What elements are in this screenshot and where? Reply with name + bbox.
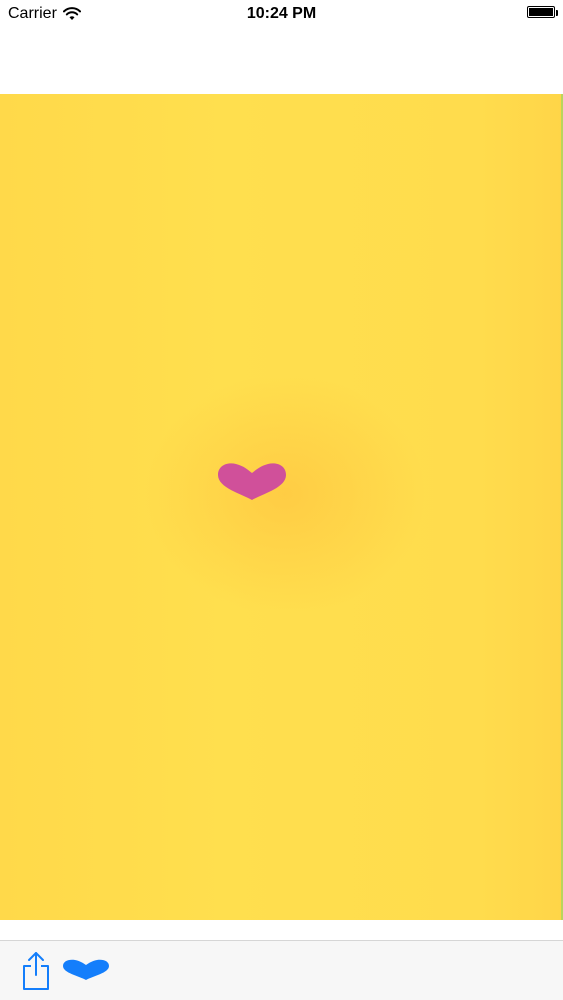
- share-button[interactable]: [20, 951, 52, 991]
- share-icon: [20, 951, 52, 991]
- status-bar: Carrier 10:24 PM: [0, 0, 563, 30]
- navigation-bar: [0, 30, 563, 94]
- battery-icon: [527, 6, 558, 18]
- photo-canvas[interactable]: [0, 94, 563, 920]
- heart-icon[interactable]: [216, 462, 288, 502]
- bottom-toolbar: [0, 940, 563, 1000]
- heart-icon: [62, 959, 110, 981]
- heart-button[interactable]: [62, 959, 110, 981]
- status-time: 10:24 PM: [246, 5, 317, 22]
